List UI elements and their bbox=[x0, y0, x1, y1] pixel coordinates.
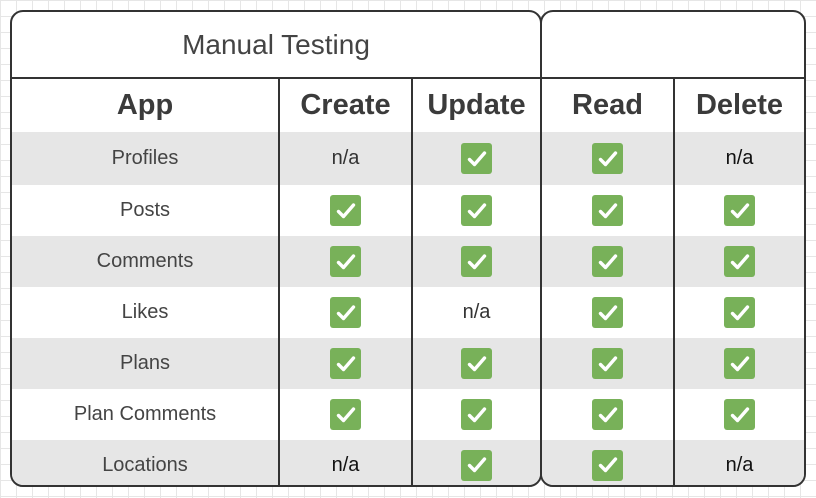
table-row bbox=[542, 236, 804, 287]
na-label: n/a bbox=[331, 453, 360, 476]
cell-update bbox=[411, 132, 540, 185]
cell-app: Locations bbox=[102, 453, 188, 476]
check-icon bbox=[461, 195, 492, 226]
check-icon bbox=[461, 246, 492, 277]
check-icon bbox=[724, 348, 755, 379]
check-icon bbox=[592, 348, 623, 379]
table-row: Plan Comments bbox=[12, 389, 540, 440]
check-icon bbox=[330, 297, 361, 328]
cell-app: Plans bbox=[119, 352, 171, 374]
header-update: Update bbox=[411, 79, 540, 132]
check-icon bbox=[592, 143, 623, 174]
check-icon bbox=[592, 399, 623, 430]
table-row: Posts bbox=[12, 185, 540, 236]
cell-app: Posts bbox=[119, 199, 171, 221]
header-create: Create bbox=[278, 79, 411, 132]
check-icon bbox=[724, 246, 755, 277]
cell-create: n/a bbox=[278, 132, 411, 185]
check-icon bbox=[592, 195, 623, 226]
cell-read bbox=[542, 132, 673, 185]
table-row bbox=[542, 338, 804, 389]
table-row bbox=[542, 389, 804, 440]
cell-delete bbox=[673, 389, 804, 440]
check-icon bbox=[330, 348, 361, 379]
right-title-bar bbox=[542, 12, 804, 79]
check-icon bbox=[461, 143, 492, 174]
check-icon bbox=[592, 449, 623, 481]
header-row: App Create Update bbox=[12, 79, 540, 132]
left-table-panel: Manual Testing App Create Update Profile… bbox=[10, 10, 542, 487]
cell-read bbox=[542, 287, 673, 338]
cell-create: n/a bbox=[278, 440, 411, 485]
cell-delete bbox=[673, 185, 804, 236]
cell-read bbox=[542, 389, 673, 440]
check-icon bbox=[330, 399, 361, 430]
na-label: n/a bbox=[462, 301, 491, 323]
cell-update bbox=[411, 185, 540, 236]
cell-create bbox=[278, 185, 411, 236]
table-row: n/a bbox=[542, 440, 804, 485]
cell-read bbox=[542, 185, 673, 236]
table-row: n/a bbox=[542, 132, 804, 185]
cell-app: Likes bbox=[121, 301, 169, 323]
check-icon bbox=[330, 246, 361, 277]
right-grid: Read Delete n/a n/a bbox=[542, 79, 804, 485]
cell-update bbox=[411, 389, 540, 440]
cell-read bbox=[542, 440, 673, 485]
cell-update bbox=[411, 338, 540, 389]
check-icon bbox=[461, 399, 492, 430]
table-row bbox=[542, 185, 804, 236]
cell-delete bbox=[673, 236, 804, 287]
cell-read bbox=[542, 236, 673, 287]
cell-create bbox=[278, 389, 411, 440]
cell-read bbox=[542, 338, 673, 389]
check-icon bbox=[724, 297, 755, 328]
check-icon bbox=[330, 195, 361, 226]
cell-update: n/a bbox=[411, 287, 540, 338]
table-row: Locations n/a bbox=[12, 440, 540, 485]
cell-app: Comments bbox=[96, 250, 194, 272]
cell-app: Profiles bbox=[111, 147, 179, 169]
left-grid: App Create Update Profiles n/a Posts Commen… bbox=[12, 79, 540, 485]
cell-create bbox=[278, 236, 411, 287]
cell-delete: n/a bbox=[673, 132, 804, 185]
header-delete: Delete bbox=[673, 79, 804, 132]
cell-create bbox=[278, 287, 411, 338]
check-icon bbox=[724, 399, 755, 430]
cell-update bbox=[411, 236, 540, 287]
table-row bbox=[542, 287, 804, 338]
header-read: Read bbox=[572, 89, 643, 121]
cell-app: Plan Comments bbox=[73, 403, 217, 425]
table-title: Manual Testing bbox=[12, 12, 540, 79]
testing-matrix: Manual Testing App Create Update Profile… bbox=[0, 0, 816, 498]
table-row: Likes n/a bbox=[12, 287, 540, 338]
cell-delete: n/a bbox=[673, 440, 804, 485]
cell-delete bbox=[673, 338, 804, 389]
check-icon bbox=[592, 297, 623, 328]
na-label: n/a bbox=[331, 147, 360, 169]
table-row: Plans bbox=[12, 338, 540, 389]
right-table-panel: Read Delete n/a n/a bbox=[540, 10, 806, 487]
cell-create bbox=[278, 338, 411, 389]
na-label: n/a bbox=[725, 147, 754, 169]
header-app: App bbox=[116, 89, 174, 121]
table-row: Profiles n/a bbox=[12, 132, 540, 185]
check-icon bbox=[724, 195, 755, 226]
cell-delete bbox=[673, 287, 804, 338]
check-icon bbox=[461, 449, 492, 481]
na-label: n/a bbox=[725, 453, 754, 476]
cell-update bbox=[411, 440, 540, 485]
check-icon bbox=[461, 348, 492, 379]
table-row: Comments bbox=[12, 236, 540, 287]
header-row-right: Read Delete bbox=[542, 79, 804, 132]
check-icon bbox=[592, 246, 623, 277]
